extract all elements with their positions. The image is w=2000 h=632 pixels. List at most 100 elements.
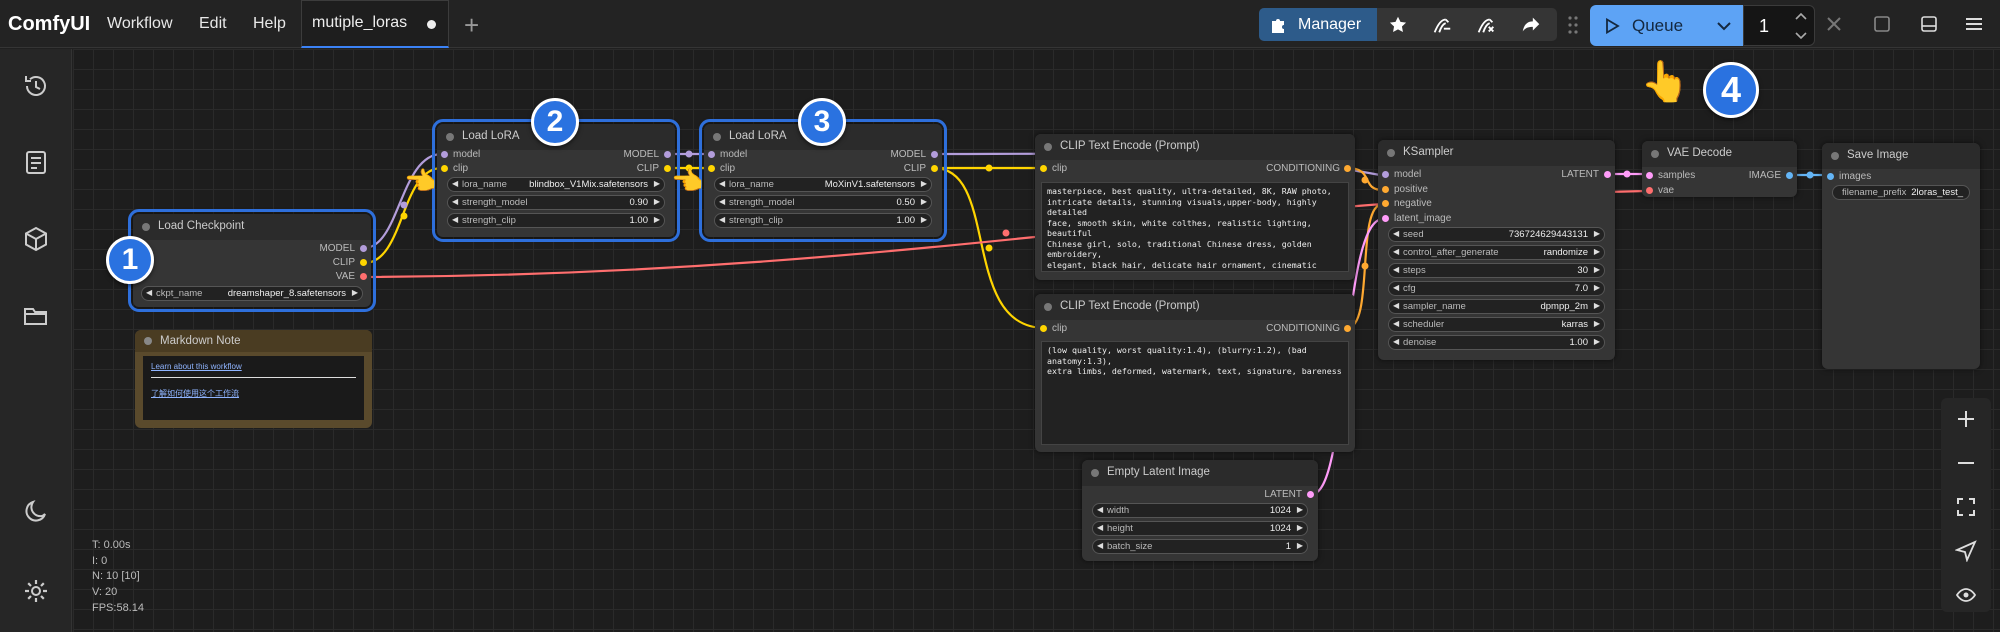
widget-strength-model[interactable]: ◀ strength_model 0.50 ▶ xyxy=(714,195,932,210)
moon-icon[interactable] xyxy=(22,497,50,525)
node-title-bar[interactable]: CLIP Text Encode (Prompt) xyxy=(1035,294,1355,320)
menu-edit[interactable]: Edit xyxy=(199,15,227,33)
app-logo: ComfyUI xyxy=(8,13,91,35)
input-samples-pin[interactable] xyxy=(1646,172,1653,179)
input-model-pin[interactable] xyxy=(1382,171,1389,178)
node-ksampler[interactable]: KSampler model positive negative latent_… xyxy=(1378,140,1615,360)
history-icon[interactable] xyxy=(22,72,50,100)
node-clip-text-encode-positive[interactable]: CLIP Text Encode (Prompt) clip CONDITION… xyxy=(1035,134,1355,280)
input-images-pin[interactable] xyxy=(1827,173,1834,180)
widget-steps[interactable]: ◀ steps 30 ▶ xyxy=(1388,263,1605,278)
widget-strength-model[interactable]: ◀ strength_model 0.90 ▶ xyxy=(447,195,665,210)
node-title-bar[interactable]: Load Checkpoint xyxy=(133,214,371,240)
output-conditioning-pin[interactable] xyxy=(1344,165,1351,172)
output-latent-pin[interactable] xyxy=(1307,491,1314,498)
fit-view-icon[interactable] xyxy=(1955,496,1977,518)
learn-workflow-link[interactable]: Learn about this workflow xyxy=(151,362,242,371)
node-save-image[interactable]: Save Image images filename_prefix 2loras_… xyxy=(1822,143,1980,369)
model-install-icon[interactable] xyxy=(1431,14,1453,36)
output-clip-pin[interactable] xyxy=(664,165,671,172)
widget-control-after-generate[interactable]: ◀ control_after_generate randomize ▶ xyxy=(1388,245,1605,260)
widget-strength-clip[interactable]: ◀ strength_clip 1.00 ▶ xyxy=(447,213,665,228)
menu-workflow[interactable]: Workflow xyxy=(107,15,173,33)
input-negative-pin[interactable] xyxy=(1382,200,1389,207)
library-icon[interactable] xyxy=(22,148,50,176)
node-title: CLIP Text Encode (Prompt) xyxy=(1060,300,1200,312)
negative-prompt-textarea[interactable]: (low quality, worst quality:1.4), (blurr… xyxy=(1041,341,1349,445)
node-load-checkpoint[interactable]: Load Checkpoint MODEL CLIP VAE ◀ ckpt_nam… xyxy=(128,209,376,312)
menu-help[interactable]: Help xyxy=(253,15,286,33)
star-icon[interactable] xyxy=(1387,14,1409,36)
output-model-pin[interactable] xyxy=(664,151,671,158)
input-clip-pin[interactable] xyxy=(1040,165,1047,172)
drag-handle-icon[interactable] xyxy=(1567,15,1579,35)
chevron-down-icon[interactable] xyxy=(1715,17,1733,35)
output-latent: LATENT xyxy=(1561,169,1599,180)
manager-button[interactable]: Manager xyxy=(1259,8,1377,41)
bottom-panel-icon[interactable] xyxy=(1918,13,1940,35)
node-title-bar[interactable]: VAE Decode xyxy=(1642,141,1797,167)
widget-lora-name[interactable]: ◀ lora_name MoXinV1.safetensors ▶ xyxy=(714,177,932,192)
output-latent-pin[interactable] xyxy=(1604,171,1611,178)
widget-filename-prefix[interactable]: filename_prefix 2loras_test_ xyxy=(1832,185,1970,200)
node-clip-text-encode-negative[interactable]: CLIP Text Encode (Prompt) clip CONDITION… xyxy=(1035,294,1355,452)
hamburger-menu-icon[interactable] xyxy=(1963,13,1985,35)
output-clip-pin[interactable] xyxy=(931,165,938,172)
eye-icon[interactable] xyxy=(1955,584,1977,606)
widget-scheduler[interactable]: ◀ scheduler karras ▶ xyxy=(1388,317,1605,332)
input-negative: negative xyxy=(1394,198,1432,209)
widget-height[interactable]: ◀ height 1024 ▶ xyxy=(1092,521,1308,536)
input-clip-pin[interactable] xyxy=(441,165,448,172)
widget-batch-size[interactable]: ◀ batch_size 1 ▶ xyxy=(1092,539,1308,554)
output-clip-pin[interactable] xyxy=(360,259,367,266)
output-image-pin[interactable] xyxy=(1786,172,1793,179)
output-model-pin[interactable] xyxy=(360,245,367,252)
usage-guide-link[interactable]: 了解如何使用这个工作流 xyxy=(151,388,239,399)
input-clip-pin[interactable] xyxy=(708,165,715,172)
node-title-bar[interactable]: Save Image xyxy=(1822,143,1980,169)
model-manage-icon[interactable] xyxy=(1475,14,1497,36)
node-title-bar[interactable]: KSampler xyxy=(1378,140,1615,166)
output-conditioning-pin[interactable] xyxy=(1344,325,1351,332)
folder-icon[interactable] xyxy=(22,301,50,329)
stat-fps: FPS:58.14 xyxy=(92,601,144,614)
step-badge-1: 1 xyxy=(106,236,154,284)
workflow-tab[interactable]: mutiple_loras xyxy=(301,0,449,48)
zoom-in-icon[interactable] xyxy=(1955,408,1977,430)
input-model-pin[interactable] xyxy=(708,151,715,158)
stepper-arrows-icon[interactable] xyxy=(1794,10,1808,42)
node-vae-decode[interactable]: VAE Decode samples vae IMAGE xyxy=(1642,141,1797,197)
node-empty-latent-image[interactable]: Empty Latent Image LATENT ◀ width 1024 ▶ ◀ h… xyxy=(1082,460,1318,561)
output-vae-pin[interactable] xyxy=(360,273,367,280)
widget-denoise[interactable]: ◀ denoise 1.00 ▶ xyxy=(1388,335,1605,350)
share-icon[interactable] xyxy=(1520,14,1542,36)
input-clip-pin[interactable] xyxy=(1040,325,1047,332)
zoom-out-icon[interactable] xyxy=(1955,452,1977,474)
cube-icon[interactable] xyxy=(22,225,50,253)
batch-count-input[interactable]: 1 xyxy=(1743,5,1815,46)
settings-gear-icon[interactable] xyxy=(22,577,50,605)
positive-prompt-textarea[interactable]: masterpiece, best quality, ultra-detaile… xyxy=(1041,182,1349,272)
close-icon[interactable] xyxy=(1823,13,1845,35)
widget-strength-clip[interactable]: ◀ strength_clip 1.00 ▶ xyxy=(714,213,932,228)
widget-width[interactable]: ◀ width 1024 ▶ xyxy=(1092,503,1308,518)
input-model-pin[interactable] xyxy=(441,151,448,158)
input-latent-pin[interactable] xyxy=(1382,215,1389,222)
node-title-bar[interactable]: Empty Latent Image xyxy=(1082,460,1318,486)
queue-button[interactable]: Queue xyxy=(1590,5,1743,46)
maximize-icon[interactable] xyxy=(1871,13,1893,35)
node-title-bar[interactable]: Markdown Note xyxy=(135,330,372,352)
navigate-icon[interactable] xyxy=(1955,540,1977,562)
widget-seed[interactable]: ◀ seed 736724629443131 ▶ xyxy=(1388,227,1605,242)
new-tab-plus-icon[interactable]: + xyxy=(464,10,479,41)
input-positive-pin[interactable] xyxy=(1382,186,1389,193)
node-title-bar[interactable]: CLIP Text Encode (Prompt) xyxy=(1035,134,1355,160)
input-vae-pin[interactable] xyxy=(1646,187,1653,194)
widget-ckpt-name[interactable]: ◀ ckpt_name dreamshaper_8.safetensors ▶ xyxy=(141,286,363,301)
widget-cfg[interactable]: ◀ cfg 7.0 ▶ xyxy=(1388,281,1605,296)
node-markdown-note[interactable]: Markdown Note Learn about this workflow … xyxy=(135,330,372,428)
widget-lora-name[interactable]: ◀ lora_name blindbox_V1Mix.safetensors ▶ xyxy=(447,177,665,192)
output-model-pin[interactable] xyxy=(931,151,938,158)
pointing-hand-icon: 👈 xyxy=(404,166,437,196)
widget-sampler-name[interactable]: ◀ sampler_name dpmpp_2m ▶ xyxy=(1388,299,1605,314)
